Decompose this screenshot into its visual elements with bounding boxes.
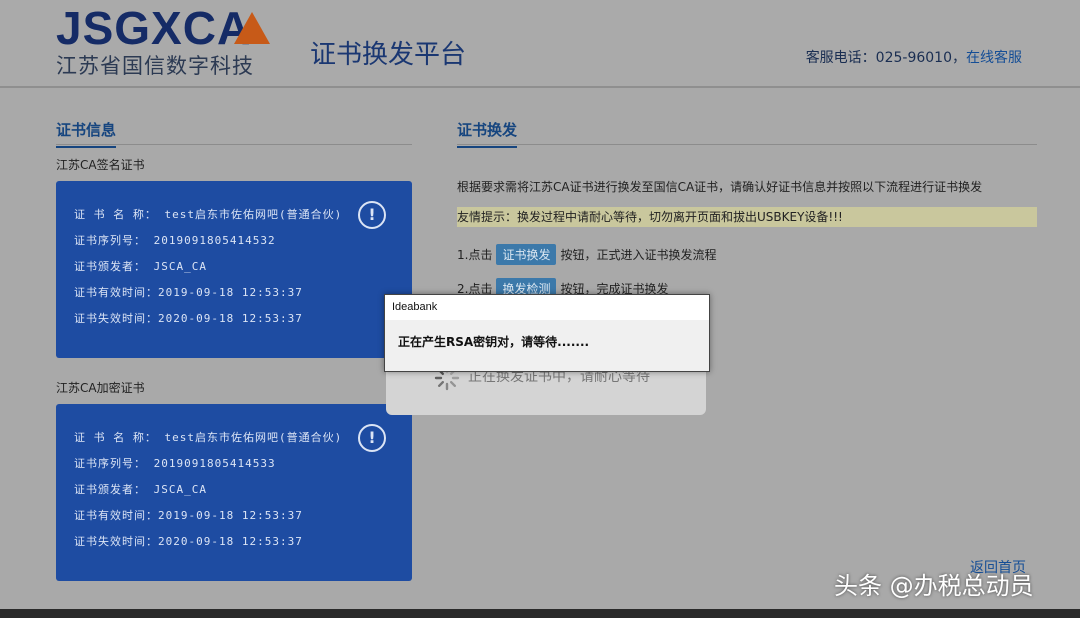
cert-renew-title: 证书换发 bbox=[457, 119, 518, 148]
cert-valid-from: 2019-09-18 12:53:37 bbox=[158, 286, 303, 299]
online-service-link[interactable]: 在线客服 bbox=[966, 50, 1022, 66]
logo-text: JSGXCA bbox=[56, 2, 252, 54]
cert-valid-to-row: 证书失效时间：2020-09-18 12:53:37 bbox=[74, 533, 303, 549]
cert-issuer-label: 证书颁发者： bbox=[74, 483, 146, 496]
step-1-suffix: 按钮，正式进入证书换发流程 bbox=[560, 248, 717, 262]
cert-valid-from-label: 证书有效时间： bbox=[74, 286, 158, 299]
cert-valid-to: 2020-09-18 12:53:37 bbox=[158, 312, 303, 325]
cert-valid-to-label: 证书失效时间： bbox=[74, 535, 158, 548]
cert-valid-from: 2019-09-18 12:53:37 bbox=[158, 509, 303, 522]
cert-issuer: JSCA_CA bbox=[153, 483, 207, 496]
cert-name-row: 证 书 名 称： test启东市佐佑网吧(普通合伙) bbox=[74, 206, 342, 222]
company-name: 江苏省国信数字科技 bbox=[56, 54, 254, 78]
service-phone: 客服电话：025-96010， bbox=[805, 50, 966, 66]
cert-serial-row: 证书序列号： 2019091805414533 bbox=[74, 455, 276, 471]
cert-valid-to-row: 证书失效时间：2020-09-18 12:53:37 bbox=[74, 310, 303, 326]
cert-info-title: 证书信息 bbox=[56, 119, 117, 148]
progress-dialog: Ideabank 正在产生RSA密钥对，请等待....... bbox=[384, 294, 710, 372]
cert-name-label: 证 书 名 称： bbox=[74, 208, 157, 221]
cert-serial: 2019091805414533 bbox=[153, 457, 276, 470]
encrypt-cert-card: ! 证 书 名 称： test启东市佐佑网吧(普通合伙) 证书序列号： 2019… bbox=[56, 404, 412, 581]
cert-name: test启东市佐佑网吧(普通合伙) bbox=[164, 208, 343, 221]
cert-valid-from-label: 证书有效时间： bbox=[74, 509, 158, 522]
sign-cert-card: ! 证 书 名 称： test启东市佐佑网吧(普通合伙) 证书序列号： 2019… bbox=[56, 181, 412, 358]
cert-valid-from-row: 证书有效时间：2019-09-18 12:53:37 bbox=[74, 284, 303, 300]
cert-renew-button[interactable]: 证书换发 bbox=[496, 244, 557, 265]
cert-name-label: 证 书 名 称： bbox=[74, 431, 157, 444]
cert-valid-to: 2020-09-18 12:53:37 bbox=[158, 535, 303, 548]
cert-issuer-row: 证书颁发者： JSCA_CA bbox=[74, 481, 207, 497]
encrypt-cert-label: 江苏CA加密证书 bbox=[56, 381, 145, 395]
cert-issuer-label: 证书颁发者： bbox=[74, 260, 146, 273]
step-1-prefix: 1.点击 bbox=[457, 248, 493, 262]
dialog-message: 正在产生RSA密钥对，请等待....... bbox=[398, 335, 590, 349]
cert-name-row: 证 书 名 称： test启东市佐佑网吧(普通合伙) bbox=[74, 429, 342, 445]
step-1: 1.点击 证书换发 按钮，正式进入证书换发流程 bbox=[457, 244, 716, 265]
cert-issuer: JSCA_CA bbox=[153, 260, 207, 273]
cert-valid-to-label: 证书失效时间： bbox=[74, 312, 158, 325]
cert-serial-label: 证书序列号： bbox=[74, 234, 146, 247]
warning-tip: 友情提示：换发过程中请耐心等待，切勿离开页面和拔出USBKEY设备!!! bbox=[457, 207, 1037, 227]
renew-description: 根据要求需将江苏CA证书进行换发至国信CA证书，请确认好证书信息并按照以下流程进… bbox=[457, 180, 983, 194]
cert-serial-label: 证书序列号： bbox=[74, 457, 146, 470]
cert-valid-from-row: 证书有效时间：2019-09-18 12:53:37 bbox=[74, 507, 303, 523]
cert-serial-row: 证书序列号： 2019091805414532 bbox=[74, 232, 276, 248]
dialog-title: Ideabank bbox=[385, 295, 709, 320]
company-logo[interactable]: JSGXCA 江苏省国信数字科技 bbox=[56, 2, 270, 80]
watermark: 头条 @办税总动员 bbox=[834, 572, 1034, 600]
cert-issuer-row: 证书颁发者： JSCA_CA bbox=[74, 258, 207, 274]
warning-icon[interactable]: ! bbox=[358, 201, 386, 229]
header: JSGXCA 江苏省国信数字科技 证书换发平台 客服电话：025-96010，在… bbox=[0, 0, 1080, 88]
page-title: 证书换发平台 bbox=[310, 40, 467, 70]
section-divider bbox=[457, 144, 1037, 145]
logo-accent-icon bbox=[234, 12, 270, 44]
footer-bar bbox=[0, 609, 1080, 618]
cert-name: test启东市佐佑网吧(普通合伙) bbox=[164, 431, 343, 444]
warning-icon[interactable]: ! bbox=[358, 424, 386, 452]
service-info: 客服电话：025-96010，在线客服 bbox=[806, 47, 1022, 67]
cert-serial: 2019091805414532 bbox=[153, 234, 276, 247]
sign-cert-label: 江苏CA签名证书 bbox=[56, 158, 145, 172]
